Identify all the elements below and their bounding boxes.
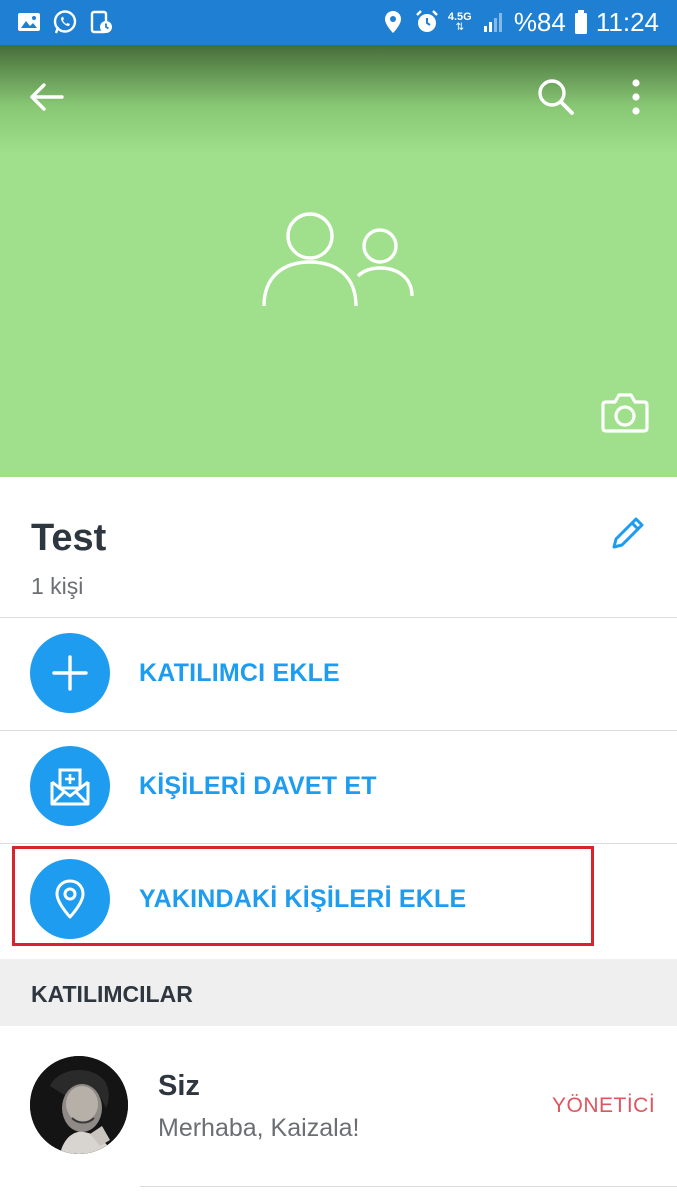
action-circle xyxy=(30,746,110,826)
member-count: 1 kişi xyxy=(31,573,84,599)
battery-percent: %84 xyxy=(513,7,566,37)
participants-section-header: KATILIMCILAR xyxy=(0,959,677,1026)
avatar-photo xyxy=(30,1056,128,1154)
group-icon xyxy=(262,212,414,307)
member-name: Siz xyxy=(158,1070,200,1102)
network-type: 4.5G ⇅ xyxy=(447,10,472,33)
divider xyxy=(140,1186,677,1187)
gallery-icon xyxy=(18,13,40,31)
group-info: Test 1 kişi xyxy=(0,477,677,617)
status-bar: 4.5G ⇅ %84 11:24 xyxy=(0,0,677,45)
status-bar-notifications xyxy=(16,9,114,35)
avatar xyxy=(30,1056,128,1154)
search-icon[interactable] xyxy=(534,75,578,119)
network-label: 4.5G xyxy=(447,10,472,23)
group-name: Test xyxy=(31,517,107,559)
battery-icon xyxy=(574,10,587,34)
group-header xyxy=(0,45,677,477)
mail-invite-icon xyxy=(50,768,90,806)
clock: 11:24 xyxy=(595,7,659,37)
signal-icon xyxy=(483,13,502,32)
status-bar-system: 4.5G ⇅ %84 11:24 xyxy=(380,6,659,38)
invite-contacts-button[interactable]: KİŞİLERİ DAVET ET xyxy=(0,730,677,843)
more-vertical-icon[interactable] xyxy=(614,75,658,119)
action-label: KİŞİLERİ DAVET ET xyxy=(139,772,377,800)
highlight-box xyxy=(12,846,594,946)
action-label: KATILIMCI EKLE xyxy=(139,659,340,687)
member-row[interactable]: Siz Merhaba, Kaizala! YÖNETİCİ xyxy=(0,1026,677,1201)
member-status: Merhaba, Kaizala! xyxy=(158,1114,360,1142)
section-title: KATILIMCILAR xyxy=(31,981,193,1007)
location-icon xyxy=(384,11,401,33)
role-badge: YÖNETİCİ xyxy=(552,1094,656,1117)
alarm-icon xyxy=(415,10,438,32)
add-participant-button[interactable]: KATILIMCI EKLE xyxy=(0,617,677,730)
whatsapp-icon xyxy=(53,10,77,34)
action-circle xyxy=(30,633,110,713)
plus-icon xyxy=(52,655,88,691)
camera-icon[interactable] xyxy=(600,390,650,434)
pencil-icon[interactable] xyxy=(606,511,650,555)
arrow-left-icon[interactable] xyxy=(24,75,68,119)
screen-record-icon xyxy=(90,10,112,34)
